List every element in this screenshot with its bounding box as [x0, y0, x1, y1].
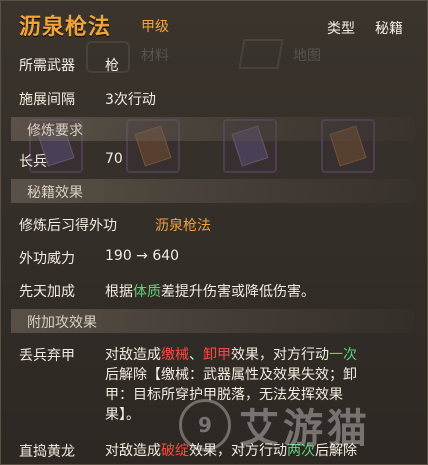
innate-suffix: 差提升伤害或降低伤害。 — [161, 284, 315, 300]
innate-prefix: 根据 — [105, 284, 133, 300]
description-line: 后解除【缴械：武器属性及效果失效；卸 — [105, 367, 357, 383]
description-text: 效果，对方行动 — [231, 347, 329, 363]
effects-section-title: 秘籍效果 — [27, 185, 83, 201]
extra-skill-name: 丢兵弃甲 — [19, 348, 75, 364]
skill-requirement-label: 长兵 — [19, 154, 47, 170]
status-unarmor: 卸甲 — [203, 347, 231, 363]
weapon-label: 所需武器 — [19, 58, 75, 74]
duration-count: 一次 — [329, 347, 357, 363]
learn-value: 沥泉枪法 — [155, 218, 211, 234]
requirements-section-header: 修炼要求 — [11, 117, 415, 141]
extra-skill-name: 直捣黄龙 — [19, 444, 75, 460]
weapon-value: 枪 — [105, 58, 119, 74]
interval-label: 施展间隔 — [19, 92, 75, 108]
item-type-value: 秘籍 — [375, 21, 403, 37]
description-text: 对敌造成 — [105, 443, 161, 459]
watermark-logo-icon: 9 — [179, 399, 231, 451]
materials-tab-label: 材料 — [141, 48, 169, 64]
innate-attribute: 体质 — [133, 284, 161, 300]
watermark-text: 艾游猫 — [239, 406, 371, 452]
description-text: 、 — [189, 347, 203, 363]
item-tooltip-panel: 材料 地图 沥泉枪法 甲级 类型 秘籍 所需武器 枪 施展间隔 3次行动 修炼要… — [0, 0, 428, 465]
skill-requirement-value: 70 — [105, 151, 123, 167]
description-text: 对敌造成 — [105, 347, 161, 363]
site-watermark: 9 艾游猫 — [179, 385, 427, 464]
power-label: 外功威力 — [19, 251, 75, 267]
extra-section-header: 附加攻效果 — [11, 309, 415, 333]
interval-value: 3次行动 — [105, 92, 156, 108]
innate-label: 先天加成 — [19, 284, 75, 300]
power-value: 190 → 640 — [105, 248, 180, 264]
item-type-label: 类型 — [327, 21, 355, 37]
innate-description: 根据体质差提升伤害或降低伤害。 — [105, 281, 315, 301]
effects-section-header: 秘籍效果 — [11, 179, 415, 203]
learn-label: 修炼后习得外功 — [19, 218, 117, 234]
status-disarm: 缴械 — [161, 347, 189, 363]
item-title: 沥泉枪法 — [19, 15, 112, 40]
requirements-section-title: 修炼要求 — [27, 123, 83, 139]
description-line: 对敌造成缴械、卸甲效果，对方行动一次 — [105, 345, 405, 365]
extra-section-title: 附加攻效果 — [27, 315, 97, 331]
map-tab-label: 地图 — [293, 48, 321, 64]
map-icon — [238, 39, 284, 69]
item-grade: 甲级 — [141, 19, 169, 35]
